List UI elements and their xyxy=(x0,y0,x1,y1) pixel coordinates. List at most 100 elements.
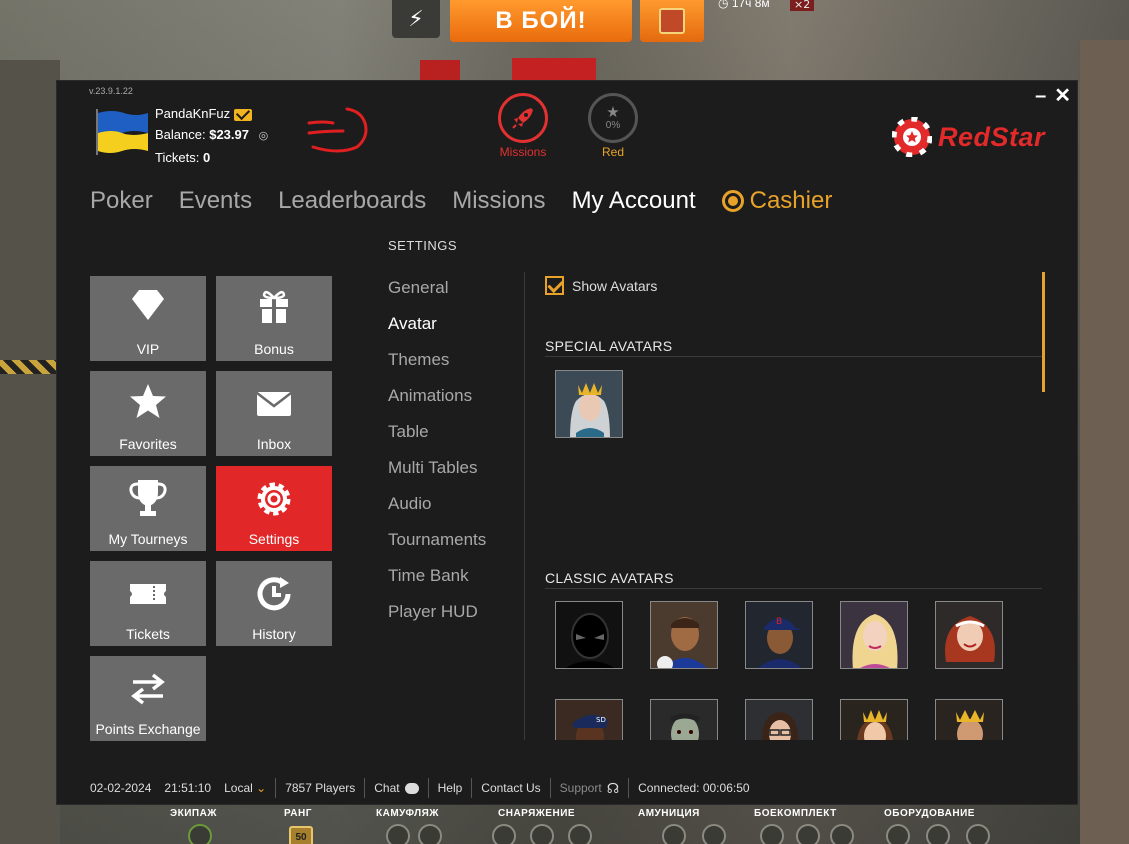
battle-button[interactable]: В БОЙ! xyxy=(450,0,632,42)
tickets-value: 0 xyxy=(202,150,211,165)
close-button[interactable]: ✕ xyxy=(1054,85,1071,107)
avatar-queen[interactable] xyxy=(555,370,623,438)
tile-points-exchange[interactable]: Points Exchange xyxy=(90,656,206,741)
nav-poker[interactable]: Poker xyxy=(90,187,153,215)
avatar-baseball[interactable]: B xyxy=(745,601,813,669)
level-badge[interactable]: ★ 0% Red xyxy=(585,93,641,159)
avatar-zombie[interactable] xyxy=(650,699,718,740)
avatar-queen-classic[interactable] xyxy=(840,699,908,740)
settings-general[interactable]: General xyxy=(388,276,486,312)
red-scribble-annotation xyxy=(307,107,368,153)
camo-label: КАМУФЛЯЖ xyxy=(376,808,439,819)
settings-tournaments[interactable]: Tournaments xyxy=(388,528,486,564)
settings-avatar[interactable]: Avatar xyxy=(388,312,486,348)
avatar-redhead[interactable] xyxy=(935,601,1003,669)
version-label: v.23.9.1.22 xyxy=(89,86,133,96)
window-controls: – ✕ xyxy=(1035,85,1071,107)
poker-client-window: v.23.9.1.22 – ✕ PandaKnFuz Balance: $23.… xyxy=(56,80,1078,805)
help-link[interactable]: Help xyxy=(427,778,472,798)
settings-themes[interactable]: Themes xyxy=(388,348,486,384)
timer-text: ◷ 17ч 8м xyxy=(718,0,770,10)
gift-icon xyxy=(260,290,288,323)
balance-row: Balance: $23.97 ◎ xyxy=(155,124,268,147)
tile-label: History xyxy=(252,626,296,642)
tile-vip[interactable]: VIP xyxy=(90,276,206,361)
show-avatars-checkbox[interactable] xyxy=(545,276,564,295)
equipment-icon-1[interactable] xyxy=(492,824,516,844)
ukraine-flag-avatar[interactable] xyxy=(94,107,150,157)
tile-bonus[interactable]: Bonus xyxy=(216,276,332,361)
nav-cashier[interactable]: Cashier xyxy=(721,187,832,215)
settings-divider xyxy=(524,272,525,740)
settings-animations[interactable]: Animations xyxy=(388,384,486,420)
module-icon-2[interactable] xyxy=(926,824,950,844)
shell-icon-2[interactable] xyxy=(796,824,820,844)
settings-player-hud[interactable]: Player HUD xyxy=(388,600,486,636)
equipment-label: СНАРЯЖЕНИЕ xyxy=(498,808,576,819)
tile-my-tourneys[interactable]: My Tourneys xyxy=(90,466,206,551)
nav-events[interactable]: Events xyxy=(179,187,252,215)
chat-bubble-icon xyxy=(404,782,419,794)
tile-history[interactable]: History xyxy=(216,561,332,646)
avatar-king[interactable] xyxy=(935,699,1003,740)
exchange-icon xyxy=(131,673,165,705)
tile-label: VIP xyxy=(136,341,160,357)
brand-name: RedStar xyxy=(937,121,1045,152)
module-icon-1[interactable] xyxy=(886,824,910,844)
settings-multi-tables[interactable]: Multi Tables xyxy=(388,456,486,492)
show-avatars-row[interactable]: Show Avatars xyxy=(545,276,657,295)
diamond-icon xyxy=(132,290,164,320)
avatar-ninja[interactable] xyxy=(555,601,623,669)
gear-icon xyxy=(257,482,291,516)
ammo-icon-2[interactable] xyxy=(702,824,726,844)
level-ring: ★ 0% xyxy=(588,93,638,143)
avatar-rapper[interactable]: SD xyxy=(555,699,623,740)
level-label: Red xyxy=(601,145,624,159)
missions-label: Missions xyxy=(499,145,547,159)
ticket-icon xyxy=(130,584,166,604)
module-icon-3[interactable] xyxy=(966,824,990,844)
mail-icon[interactable] xyxy=(234,108,253,121)
star-icon: ★ xyxy=(606,103,620,121)
ammo-icon-1[interactable] xyxy=(662,824,686,844)
chat-label: Chat xyxy=(374,781,400,795)
account-tiles: VIP Bonus Favorites Inbox My Tourneys Se… xyxy=(90,276,332,741)
missions-badge[interactable]: Missions xyxy=(493,93,553,159)
cashier-icon xyxy=(721,190,744,212)
tile-inbox[interactable]: Inbox xyxy=(216,371,332,456)
support-label: Support xyxy=(559,781,602,795)
avatar-businesswoman[interactable] xyxy=(745,699,813,740)
avatar-settings-panel: Show Avatars SPECIAL AVATARS CLASSIC AVA… xyxy=(545,272,1045,740)
nav-my-account[interactable]: My Account xyxy=(572,187,696,215)
equipment-icon-3[interactable] xyxy=(568,824,592,844)
chevron-down-icon: ⌄ xyxy=(256,781,267,795)
support-button[interactable]: Support ☊ xyxy=(549,778,628,798)
tile-tickets[interactable]: Tickets xyxy=(90,561,206,646)
shell-icon-3[interactable] xyxy=(830,824,854,844)
equipment-icon-2[interactable] xyxy=(530,824,554,844)
boost-icon[interactable]: ⚡ xyxy=(392,0,440,38)
poker-chip-icon xyxy=(891,117,932,157)
settings-table[interactable]: Table xyxy=(388,420,486,456)
status-date: 02-02-2024 xyxy=(90,781,152,795)
minimize-button[interactable]: – xyxy=(1035,85,1046,107)
nav-missions[interactable]: Missions xyxy=(452,187,545,215)
camo-icon[interactable] xyxy=(386,824,410,844)
avatar-footballer[interactable] xyxy=(650,601,718,669)
crew-icon[interactable] xyxy=(188,824,212,844)
chat-button[interactable]: Chat xyxy=(364,778,427,798)
shell-icon-1[interactable] xyxy=(760,824,784,844)
contact-us-link[interactable]: Contact Us xyxy=(471,778,549,798)
settings-audio[interactable]: Audio xyxy=(388,492,486,528)
hide-balance-icon[interactable]: ◎ xyxy=(259,126,269,147)
tile-settings[interactable]: Settings xyxy=(216,466,332,551)
camo-icon-2[interactable] xyxy=(418,824,442,844)
tile-favorites[interactable]: Favorites xyxy=(90,371,206,456)
tile-label: My Tourneys xyxy=(108,531,188,547)
nav-leaderboards[interactable]: Leaderboards xyxy=(278,187,426,215)
scrollbar-thumb[interactable] xyxy=(1042,272,1045,392)
avatar-blonde[interactable] xyxy=(840,601,908,669)
reward-box-icon[interactable] xyxy=(640,0,704,42)
timezone-select[interactable]: Local ⌄ xyxy=(224,781,266,795)
settings-time-bank[interactable]: Time Bank xyxy=(388,564,486,600)
